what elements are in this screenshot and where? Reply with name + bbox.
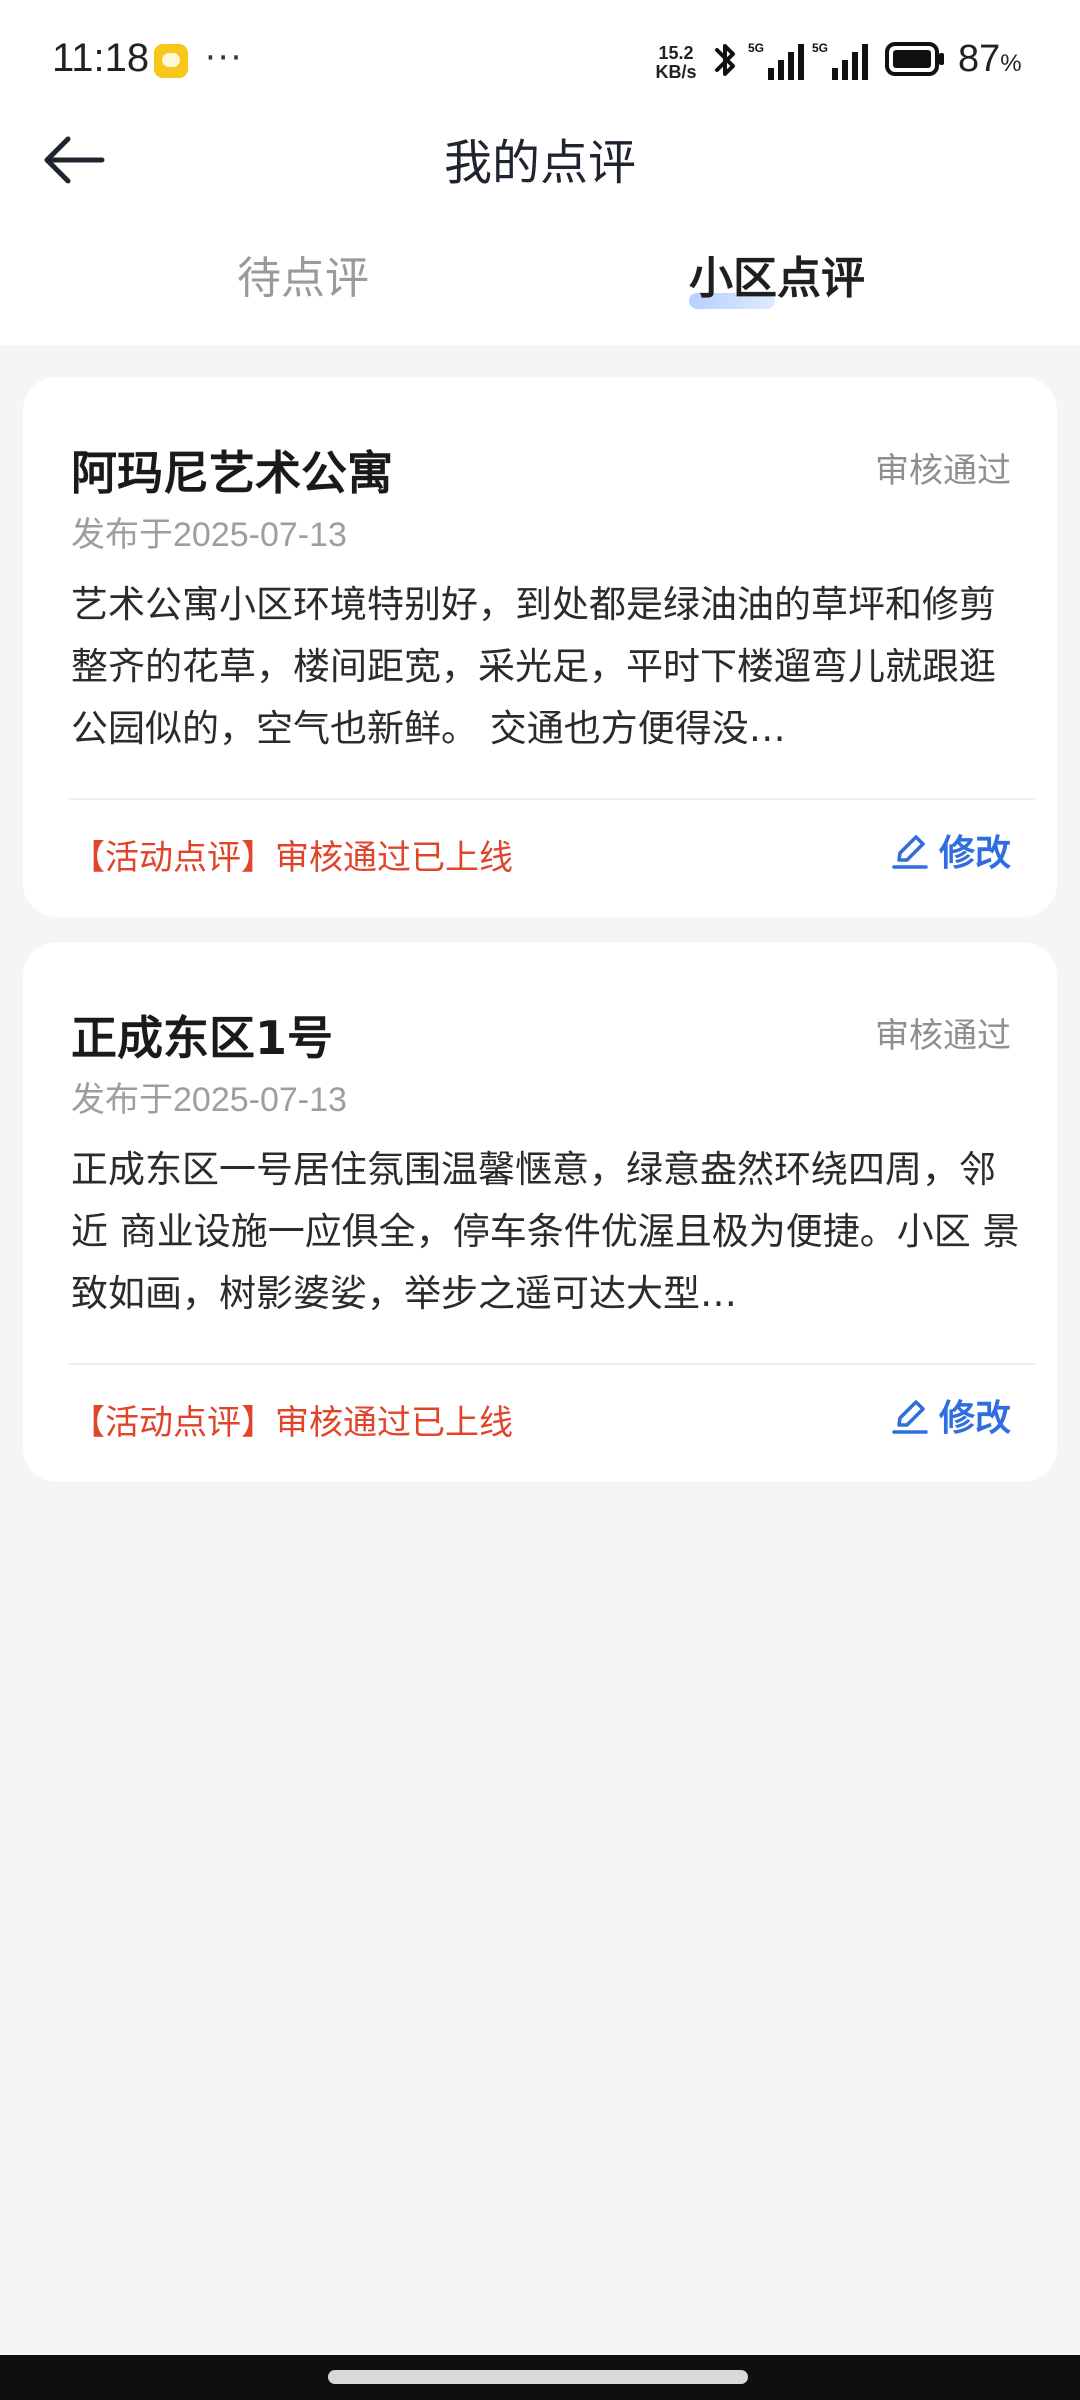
- battery-level-unit: %: [1000, 50, 1022, 77]
- battery-level-value: 87: [958, 38, 1001, 80]
- review-status-badge: 审核通过: [875, 1016, 1011, 1056]
- review-community-name: 阿玛尼艺术公寓: [71, 446, 393, 500]
- page-header: 我的点评 待点评 小区点评: [0, 125, 1080, 345]
- network-speed-value: 15.2: [658, 43, 694, 63]
- edit-icon: [892, 1400, 928, 1434]
- edit-review-button[interactable]: 修改: [891, 827, 1011, 874]
- review-publish-date: 发布于2025-07-13: [71, 516, 347, 554]
- divider: [69, 1363, 1035, 1365]
- divider: [69, 798, 1035, 800]
- page-title: 我的点评: [443, 135, 636, 191]
- battery-level: 87%: [958, 38, 1022, 81]
- status-bar: 11:18 ··· 15.2 KB/s 5G 5G 87%: [0, 0, 1080, 125]
- more-notifications-icon: ···: [205, 38, 244, 78]
- edit-button-label: 修改: [938, 1398, 1011, 1439]
- review-content: 正成东区一号居住氛围温馨惬意，绿意盎然环绕四周，邻近 商业设施一应俱全，停车条件…: [71, 1148, 1020, 1315]
- edit-review-button[interactable]: 修改: [891, 1392, 1011, 1439]
- edit-button-label: 修改: [938, 833, 1011, 874]
- review-activity-note: 【活动点评】审核通过已上线: [71, 1403, 513, 1443]
- notification-app-icon: [154, 44, 188, 78]
- review-publish-date: 发布于2025-07-13: [71, 1081, 347, 1119]
- tab-pending-reviews[interactable]: 待点评: [153, 251, 453, 307]
- edit-icon: [892, 835, 928, 869]
- network-speed: 15.2 KB/s: [648, 44, 704, 82]
- home-gesture-handle[interactable]: [328, 2370, 748, 2384]
- signal-icon: 5G: [812, 41, 868, 80]
- status-time: 11:18: [52, 36, 150, 80]
- network-type-label: 5G: [748, 41, 764, 55]
- network-type-label: 5G: [812, 41, 828, 55]
- tab-community-reviews[interactable]: 小区点评: [627, 251, 927, 307]
- signal-icon: 5G: [748, 41, 804, 80]
- network-speed-unit: KB/s: [655, 62, 697, 82]
- review-content: 艺术公寓小区环境特别好，到处都是绿油油的草坪和修剪整齐的花草，楼间距宽，采光足，…: [71, 583, 996, 750]
- back-arrow-icon[interactable]: [40, 127, 110, 193]
- review-card[interactable]: 阿玛尼艺术公寓 审核通过 发布于2025-07-13 艺术公寓小区环境特别好，到…: [23, 377, 1057, 917]
- battery-icon: [885, 42, 944, 76]
- review-activity-note: 【活动点评】审核通过已上线: [71, 838, 513, 878]
- review-card[interactable]: 正成东区1号 审核通过 发布于2025-07-13 正成东区一号居住氛围温馨惬意…: [23, 942, 1057, 1482]
- review-community-name: 正成东区1号: [71, 1011, 334, 1065]
- bluetooth-icon: [715, 44, 735, 76]
- review-status-badge: 审核通过: [875, 451, 1011, 491]
